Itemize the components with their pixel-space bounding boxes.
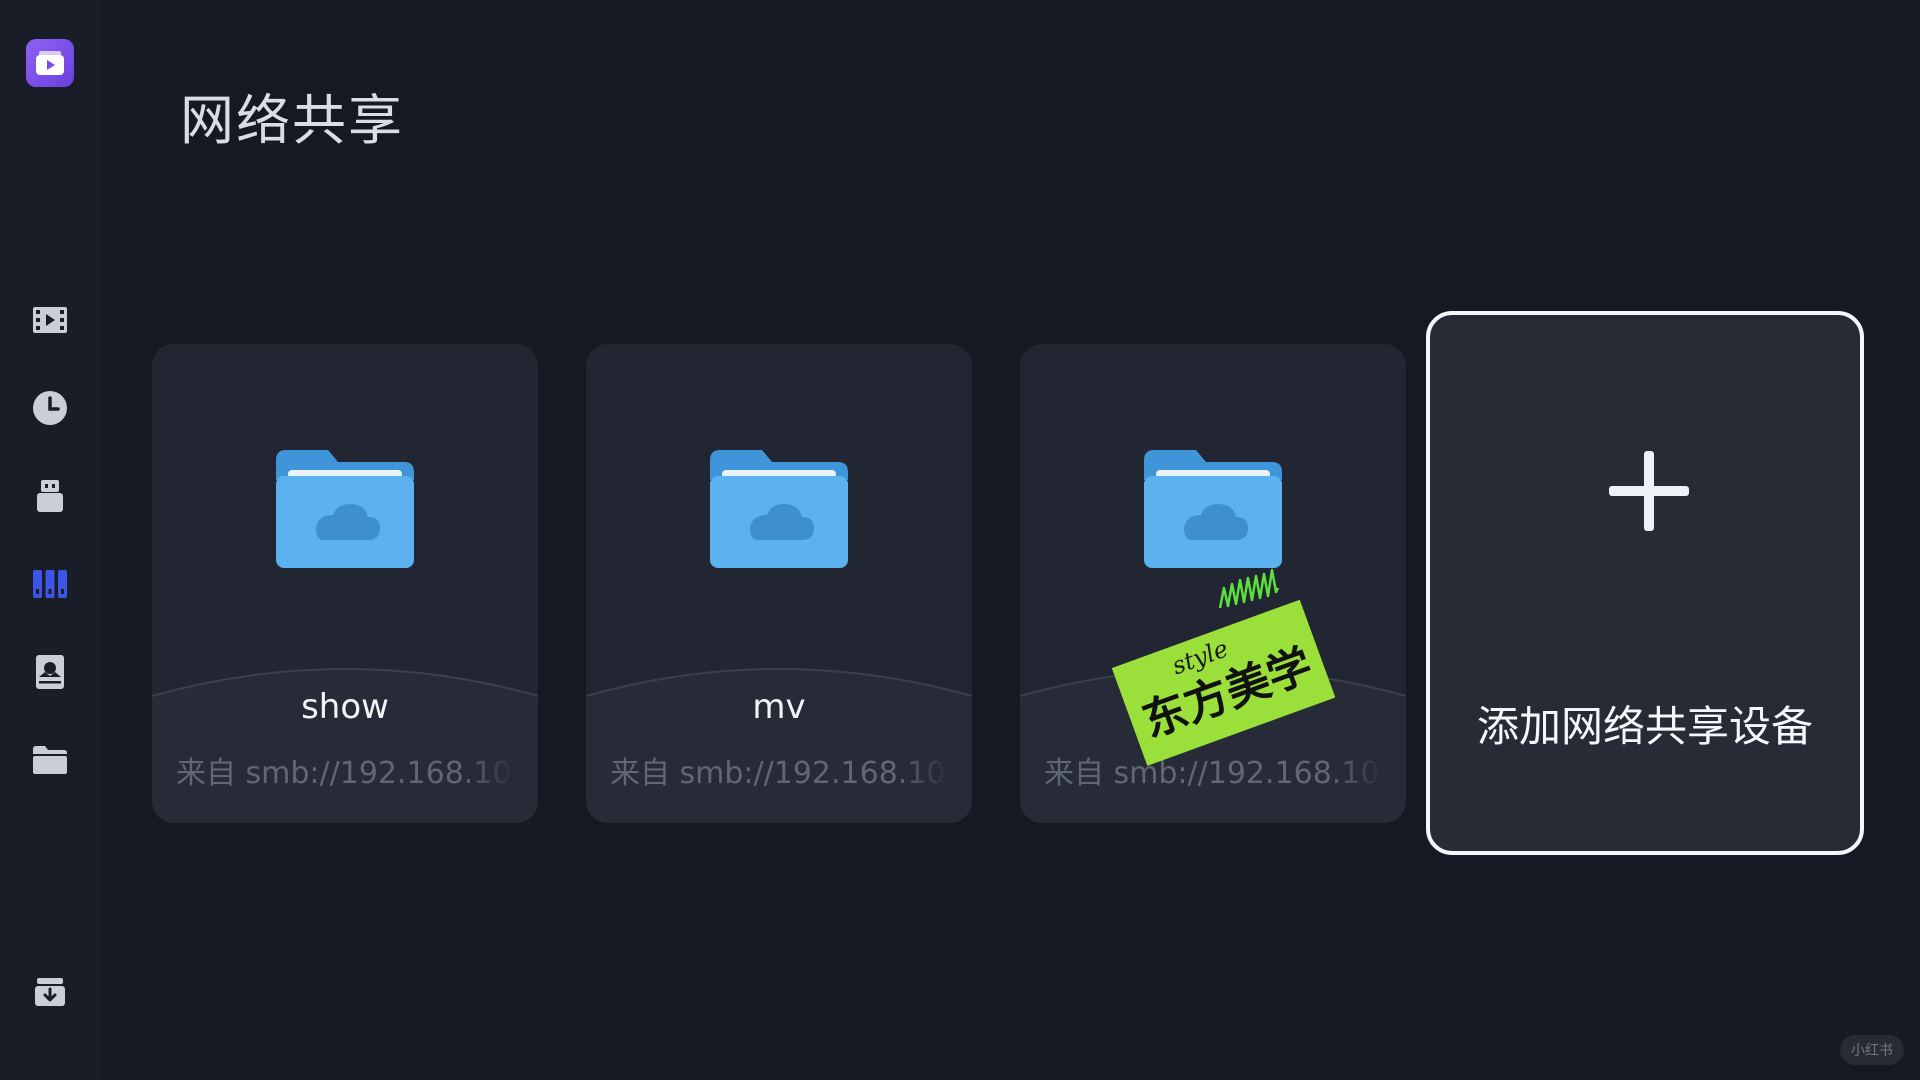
watermark: 小红书: [1840, 1035, 1904, 1065]
share-source: 来自 smb://192.168.10: [610, 756, 946, 791]
add-share-label: 添加网络共享设备: [1476, 702, 1813, 751]
app-logo-icon[interactable]: [26, 39, 74, 87]
library-icon: [33, 570, 67, 598]
sidebar-item-downloads[interactable]: [26, 968, 74, 1016]
page-title: 网络共享: [180, 89, 404, 152]
download-icon: [35, 978, 65, 1006]
share-card-mv[interactable]: mv 来自 smb://192.168.10: [586, 344, 972, 823]
film-icon: [33, 307, 67, 333]
sidebar: [0, 0, 100, 1080]
cloud-folder-icon: [276, 450, 414, 568]
sidebar-item-history[interactable]: [26, 384, 74, 432]
usb-icon: [37, 480, 63, 512]
cloud-folder-icon: [710, 450, 848, 568]
share-name: mv: [752, 687, 806, 727]
share-source: 来自 smb://192.168.10: [1044, 756, 1380, 791]
sidebar-item-usb[interactable]: [26, 472, 74, 520]
sidebar-item-nas[interactable]: [26, 648, 74, 696]
share-card-third[interactable]: 来自 smb://192.168.10: [1020, 344, 1406, 823]
cloud-folder-icon: [1144, 450, 1282, 568]
share-name: show: [301, 687, 389, 727]
folder-icon: [33, 746, 67, 774]
sidebar-item-files[interactable]: [26, 736, 74, 784]
add-network-share-button[interactable]: 添加网络共享设备: [1426, 311, 1864, 855]
nas-drive-icon: [36, 655, 64, 689]
sidebar-item-videos[interactable]: [26, 296, 74, 344]
share-source: 来自 smb://192.168.10: [176, 756, 512, 791]
history-clock-icon: [33, 391, 67, 425]
share-card-show[interactable]: show 来自 smb://192.168.10: [152, 344, 538, 823]
plus-icon: [1609, 451, 1689, 531]
sidebar-item-library[interactable]: [26, 560, 74, 608]
